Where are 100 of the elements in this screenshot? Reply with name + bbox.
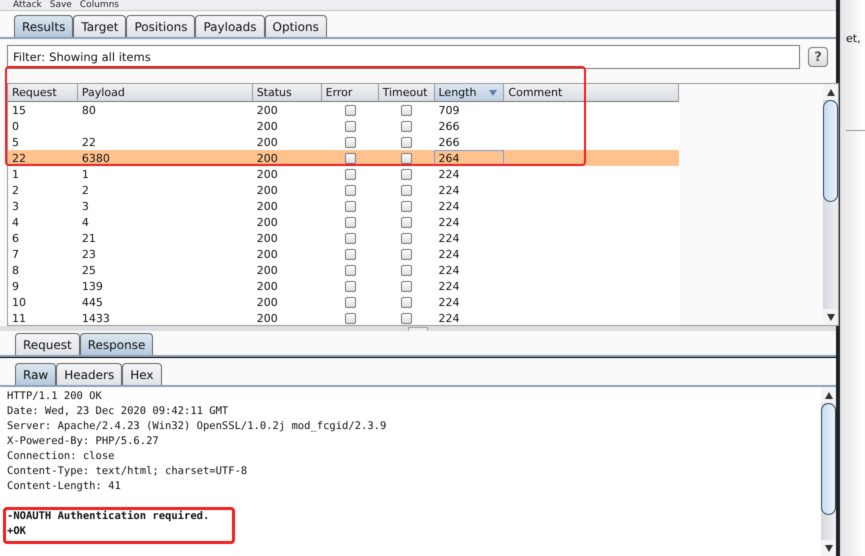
checkbox[interactable] [401, 296, 412, 308]
checkbox[interactable] [344, 264, 356, 276]
scroll-up-icon[interactable] [826, 88, 834, 96]
scrollbar[interactable] [823, 84, 838, 325]
checkbox[interactable] [401, 312, 412, 324]
table-cell: 200 [256, 104, 278, 116]
filter-value: Showing all items [49, 50, 151, 64]
table-row[interactable]: 8 25 200 224 [8, 262, 680, 278]
checkbox[interactable] [344, 120, 356, 132]
table-row[interactable]: 11 1433 200 224 [8, 310, 680, 325]
table-cell: 266 [438, 136, 460, 148]
table-cell: 9 [12, 280, 19, 292]
table-row[interactable]: 0 200 266 [8, 118, 680, 134]
table-cell: 15 [12, 104, 26, 116]
table-row[interactable]: 15 80 200 709 [8, 102, 680, 118]
table-row[interactable]: 5 22 200 266 [8, 134, 680, 150]
table-row[interactable]: 4 4 200 224 [8, 214, 680, 230]
checkbox[interactable] [344, 280, 356, 292]
checkbox[interactable] [401, 120, 412, 132]
table-cell: 6 [12, 232, 19, 244]
menu-item[interactable]: Attack [13, 0, 42, 10]
table-row[interactable]: 9 139 200 224 [8, 278, 680, 294]
tab[interactable]: Positions [126, 15, 196, 37]
scroll-down-icon[interactable] [824, 544, 832, 552]
checkbox[interactable] [344, 312, 356, 324]
table-cell: 200 [256, 152, 278, 164]
response-line: Server: Apache/2.4.23 (Win32) OpenSSL/1.0.2j mod_fcgid/2.3.9 [7, 419, 388, 434]
checkbox[interactable] [401, 264, 412, 276]
table-row[interactable]: 6 21 200 224 [8, 230, 680, 246]
menu-item[interactable]: Columns [80, 0, 119, 10]
checkbox[interactable] [344, 296, 356, 308]
checkbox[interactable] [344, 216, 356, 228]
column-header[interactable]: Status [252, 84, 322, 101]
column-header[interactable]: Error [322, 84, 379, 101]
column-header[interactable]: Request [8, 84, 78, 101]
table-cell: 10 [12, 296, 26, 308]
table-row[interactable]: 1 1 200 224 [8, 166, 680, 182]
tab[interactable]: Results [14, 15, 74, 37]
table-cell: 4 [82, 216, 89, 228]
table-row[interactable]: 3 3 200 224 [8, 198, 680, 214]
response-line: X-Powered-By: PHP/5.6.27 [7, 434, 160, 449]
filter-bar[interactable]: Filter: Showing all items [7, 45, 800, 69]
table-cell: 5 [12, 136, 19, 148]
tab[interactable]: Payloads [195, 15, 265, 37]
checkbox[interactable] [401, 248, 412, 260]
help-button[interactable]: ? [808, 47, 828, 67]
table-cell: 224 [438, 296, 460, 308]
table-cell: 139 [82, 280, 103, 292]
table-cell: 200 [256, 184, 278, 196]
scroll-down-icon[interactable] [826, 314, 834, 320]
table-cell: 22 [82, 136, 96, 148]
response-line: Connection: close [7, 449, 116, 464]
column-header[interactable]: Length [434, 84, 504, 101]
tab[interactable]: Request [15, 333, 80, 355]
tab[interactable]: Hex [122, 363, 162, 385]
checkbox[interactable] [401, 184, 412, 196]
checkbox[interactable] [401, 280, 412, 292]
column-header[interactable]: Payload [78, 84, 253, 101]
checkbox[interactable] [401, 200, 412, 212]
checkbox[interactable] [401, 232, 412, 244]
table-row[interactable]: 2 2 200 224 [8, 182, 680, 198]
table-cell: 224 [438, 232, 460, 244]
response-line: -NOAUTH Authentication required. [7, 509, 210, 524]
table-cell: 2 [82, 184, 89, 196]
tab[interactable]: Raw [15, 363, 56, 385]
table-cell: 0 [12, 120, 19, 132]
splitter-handle[interactable] [408, 327, 428, 331]
table-cell: 200 [256, 136, 278, 148]
checkbox[interactable] [344, 200, 356, 212]
checkbox[interactable] [344, 104, 356, 116]
checkbox[interactable] [344, 136, 356, 148]
scrollbar[interactable] [821, 387, 836, 556]
scroll-up-icon[interactable] [824, 392, 832, 398]
table-row[interactable]: 10 445 200 224 [8, 294, 680, 310]
checkbox[interactable] [344, 184, 356, 196]
checkbox[interactable] [344, 168, 356, 180]
checkbox[interactable] [344, 248, 356, 260]
table-cell: 200 [256, 312, 278, 324]
tab[interactable]: Options [264, 15, 327, 37]
sort-descending-icon [489, 90, 498, 96]
tab[interactable]: Headers [56, 363, 122, 385]
response-line: Date: Wed, 23 Dec 2020 09:42:11 GMT [7, 404, 230, 419]
checkbox[interactable] [344, 232, 356, 244]
table-cell: 224 [438, 280, 460, 292]
table-cell: 200 [256, 216, 278, 228]
filter-label: Filter: [13, 50, 46, 64]
tab[interactable]: Response [80, 333, 154, 355]
checkbox[interactable] [401, 168, 412, 180]
checkbox[interactable] [401, 136, 412, 148]
menu-item[interactable]: Save [50, 0, 72, 10]
table-cell: 224 [438, 264, 460, 276]
tab[interactable]: Target [73, 15, 126, 37]
table-row[interactable]: 7 23 200 224 [8, 246, 680, 262]
checkbox[interactable] [344, 152, 356, 164]
checkbox[interactable] [401, 152, 412, 164]
checkbox[interactable] [401, 216, 412, 228]
table-cell: 200 [256, 168, 278, 180]
checkbox[interactable] [401, 104, 412, 116]
table-cell: 200 [256, 200, 278, 212]
table-cell: 200 [256, 248, 278, 260]
